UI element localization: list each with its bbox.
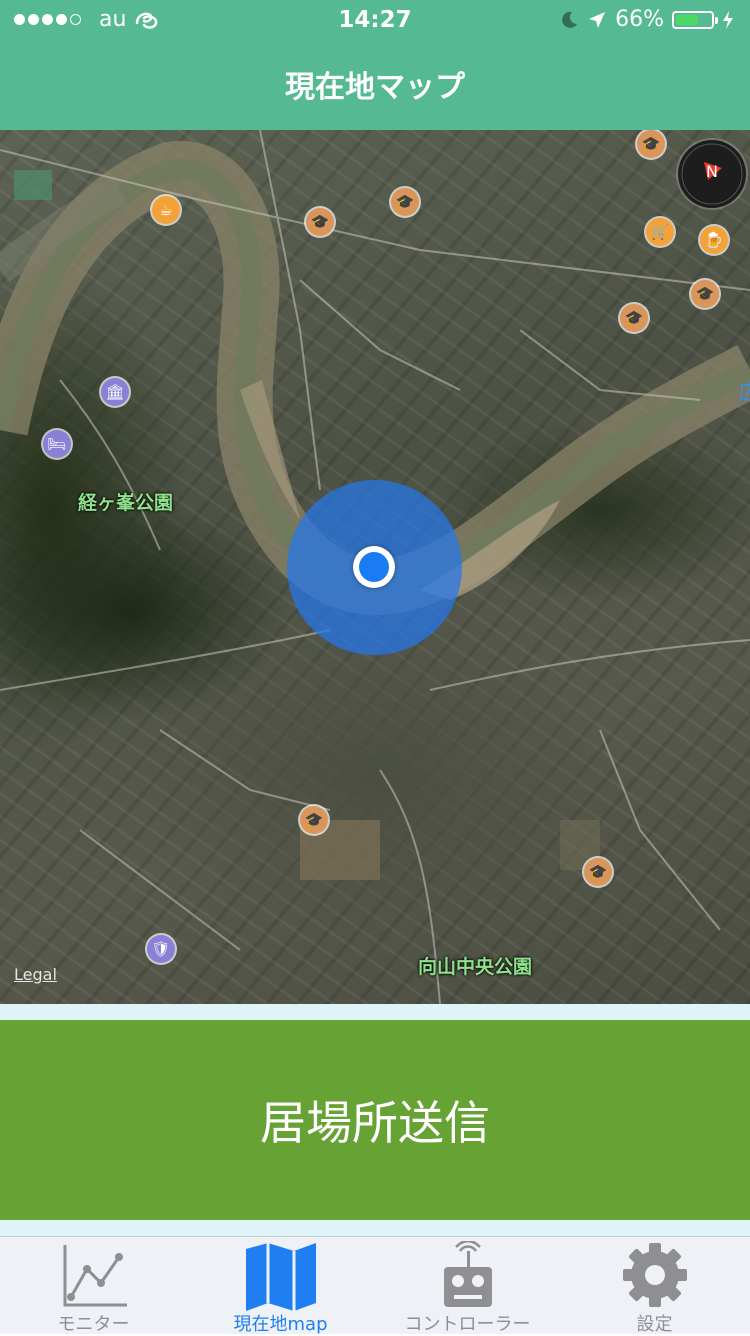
school-poi-icon[interactable]: 🎓 — [584, 858, 612, 886]
header: au 14:27 66% 現在地マップ — [0, 0, 750, 130]
tab-monitor[interactable]: モニター — [0, 1237, 187, 1335]
school-poi-icon[interactable]: 🎓 — [637, 130, 665, 158]
send-location-area: 居場所送信 — [0, 1004, 750, 1236]
museum-poi-icon[interactable]: 🏛 — [101, 378, 129, 406]
tab-label: モニター — [57, 1314, 130, 1335]
line-chart-icon — [63, 1245, 127, 1307]
status-bar: au 14:27 66% — [0, 0, 750, 40]
school-poi-icon[interactable]: 🎓 — [306, 208, 334, 236]
park-label: 向山中央公園 — [418, 956, 533, 978]
charging-bolt-icon — [723, 10, 733, 29]
send-location-button[interactable]: 居場所送信 — [0, 1020, 750, 1220]
tab-label: コントローラー — [404, 1314, 531, 1335]
battery-percent: 66% — [615, 7, 664, 32]
tab-settings[interactable]: 設定 — [561, 1237, 748, 1335]
park-label: 経ヶ峯公園 — [78, 492, 174, 514]
school-poi-icon[interactable]: 🎓 — [391, 188, 419, 216]
place-label-edge: 広 — [738, 381, 750, 406]
location-arrow-icon — [589, 11, 606, 28]
police-poi-icon[interactable]: 🛡 — [147, 935, 175, 963]
tab-label: 設定 — [636, 1314, 673, 1335]
cafe-poi-icon[interactable]: ☕ — [152, 196, 180, 224]
tab-label: 現在地map — [233, 1314, 328, 1335]
school-poi-icon[interactable]: 🎓 — [691, 280, 719, 308]
compass-button[interactable]: N — [678, 140, 746, 208]
compass-north-label: N — [706, 162, 718, 181]
school-poi-icon[interactable]: 🎓 — [300, 806, 328, 834]
remote-controller-icon — [443, 1241, 492, 1307]
gear-icon — [622, 1243, 687, 1307]
food-poi-icon[interactable]: 🍺 — [700, 226, 728, 254]
shopping-poi-icon[interactable]: 🛒 — [646, 218, 674, 246]
page-title: 現在地マップ — [285, 70, 465, 105]
moon-icon — [562, 11, 578, 28]
hotel-poi-icon[interactable]: 🛏 — [43, 430, 71, 458]
tab-controller[interactable]: コントローラー — [374, 1237, 561, 1335]
legal-link[interactable]: Legal — [14, 965, 57, 984]
current-location-dot[interactable] — [353, 546, 395, 588]
battery-icon — [672, 10, 718, 29]
map-icon — [245, 1243, 316, 1311]
tab-bar: モニター 現在地map コントローラー 設定 — [0, 1236, 750, 1335]
satellite-map[interactable]: 🎓 🎓 ☕ 🛒 🍺 🎓 🎓 🎓 🏛 🛏 🎓 🎓 🛡 経ヶ峯公園 向山中央公園 広… — [0, 130, 750, 1004]
school-poi-icon[interactable]: 🎓 — [620, 304, 648, 332]
tab-current-location-map[interactable]: 現在地map — [187, 1237, 374, 1335]
status-right: 66% — [559, 7, 734, 32]
